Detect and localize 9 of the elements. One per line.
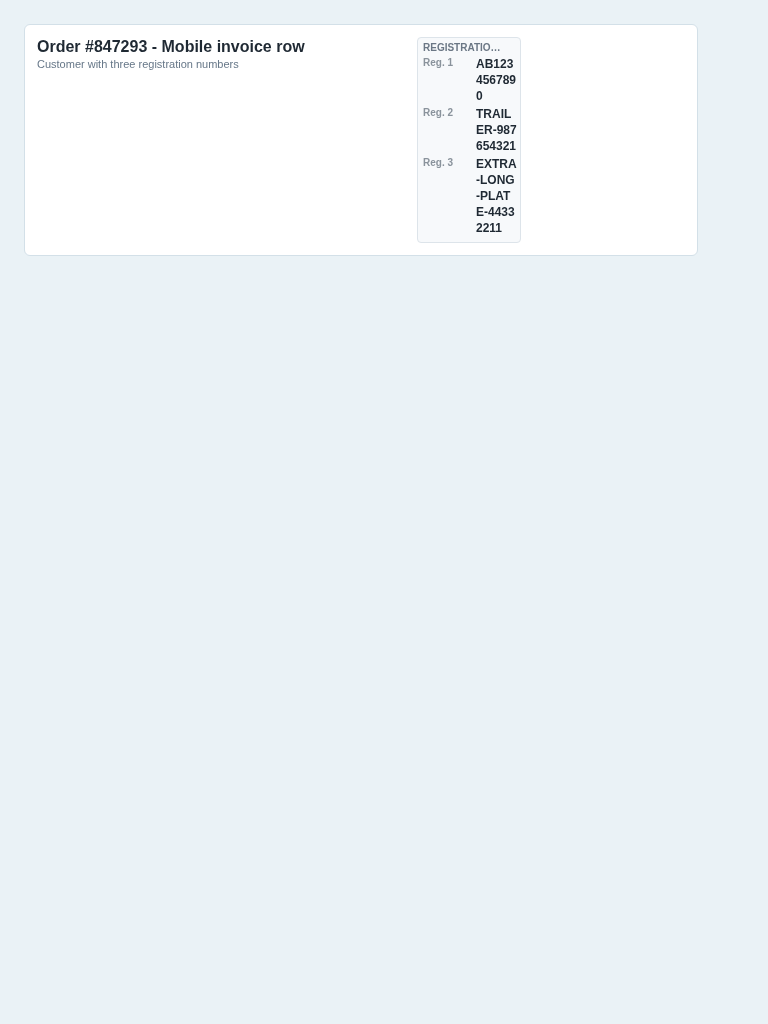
registration-label: Reg. 2 (423, 106, 454, 120)
registrations-heading: REGISTRATIO… (423, 41, 502, 54)
registration-number: TRAILER-987654321 (476, 106, 518, 154)
registration-number: EXTRA-LONG-PLATE-44332211 (476, 156, 518, 236)
registration-label: Reg. 3 (423, 156, 454, 170)
registration-label: Reg. 1 (423, 56, 454, 70)
registration-number: AB1234567890 (476, 56, 518, 104)
order-title: Order #847293 - Mobile invoice row (37, 37, 306, 57)
order-subtitle: Customer with three registration numbers (37, 58, 240, 70)
